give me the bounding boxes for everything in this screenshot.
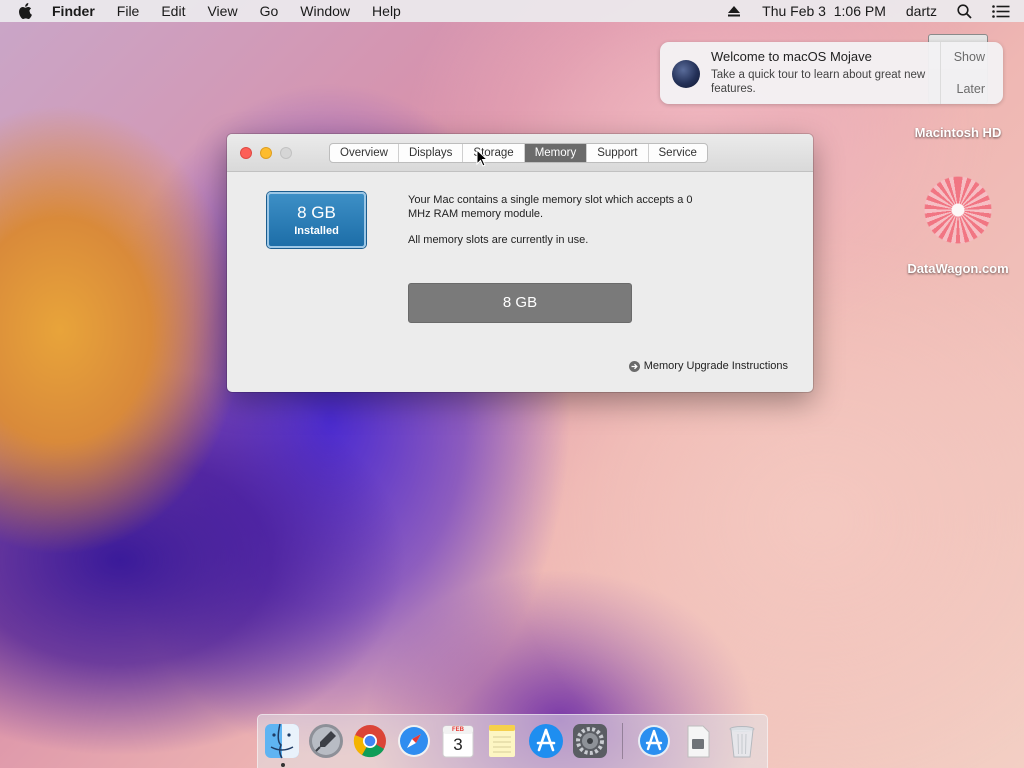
app-store-icon[interactable] [527,722,565,760]
datawagon-flower-icon[interactable] [918,170,998,250]
eject-icon[interactable] [728,5,742,17]
installed-memory-badge: 8 GB Installed [267,192,366,248]
memory-upgrade-label: Memory Upgrade Instructions [643,360,788,372]
window-close-button[interactable] [240,147,252,159]
notification-show-button[interactable]: Show [954,50,985,64]
app-store-downloads-icon[interactable] [635,722,673,760]
notification-center-icon[interactable] [992,4,1010,18]
memory-upgrade-link[interactable]: Memory Upgrade Instructions [628,360,788,372]
memory-slots-status: All memory slots are currently in use. [408,234,589,246]
notification-title: Welcome to macOS Mojave [711,49,872,64]
calendar-month: FEB [452,727,464,733]
launchpad-icon[interactable] [307,722,345,760]
window-titlebar[interactable]: Overview Displays Storage Memory Support… [227,134,813,172]
system-preferences-icon[interactable] [571,722,609,760]
spotlight-search-icon[interactable] [957,3,972,19]
window-zoom-button[interactable] [280,147,292,159]
dock: FEB 3 [257,714,768,768]
document-icon[interactable] [679,722,717,760]
macintosh-hd-label[interactable]: Macintosh HD [900,125,1016,140]
menu-edit[interactable]: Edit [161,3,185,19]
window-minimize-button[interactable] [260,147,272,159]
menubar-clock[interactable]: Thu Feb 3 1:06 PM [762,3,886,19]
calendar-day: 3 [453,735,463,754]
finder-running-indicator [281,763,285,767]
about-this-mac-window: Overview Displays Storage Memory Support… [227,134,813,392]
installed-amount: 8 GB [297,203,336,222]
notification-divider [940,42,941,104]
tab-overview[interactable]: Overview [330,144,399,162]
menu-window[interactable]: Window [300,3,350,19]
tab-memory[interactable]: Memory [524,144,588,162]
mojave-icon [672,60,700,88]
notification-later-button[interactable]: Later [957,82,986,96]
menu-app-name[interactable]: Finder [52,3,95,19]
apple-icon[interactable] [18,0,36,22]
arrow-right-circle-icon [628,360,640,372]
safari-icon[interactable] [395,722,433,760]
tab-displays[interactable]: Displays [399,144,464,162]
tab-support[interactable]: Support [587,144,649,162]
calendar-icon[interactable]: FEB 3 [439,722,477,760]
menu-file[interactable]: File [117,3,140,19]
dock-separator [622,723,623,759]
datawagon-label[interactable]: DataWagon.com [895,261,1021,276]
menu-bar: Finder File Edit View Go Window Help Thu… [0,0,1024,22]
finder-icon[interactable] [263,722,301,760]
memory-description: Your Mac contains a single memory slot w… [408,193,708,259]
installed-label: Installed [294,225,339,237]
notification-banner[interactable]: Welcome to macOS Mojave Take a quick tou… [660,42,1003,104]
tab-storage[interactable]: Storage [463,144,525,162]
memory-slot-bar: 8 GB [408,283,632,323]
trash-icon[interactable] [723,722,761,760]
notification-body: Take a quick tour to learn about great n… [711,69,926,95]
notes-icon[interactable] [483,722,521,760]
tab-service[interactable]: Service [649,144,707,162]
menubar-user[interactable]: dartz [906,3,937,19]
menu-go[interactable]: Go [260,3,279,19]
menu-view[interactable]: View [207,3,237,19]
mouse-cursor-icon [476,149,488,167]
chrome-icon[interactable] [351,722,389,760]
memory-slot-description: Your Mac contains a single memory slot w… [408,194,693,220]
menu-help[interactable]: Help [372,3,401,19]
tab-bar: Overview Displays Storage Memory Support… [329,143,708,163]
